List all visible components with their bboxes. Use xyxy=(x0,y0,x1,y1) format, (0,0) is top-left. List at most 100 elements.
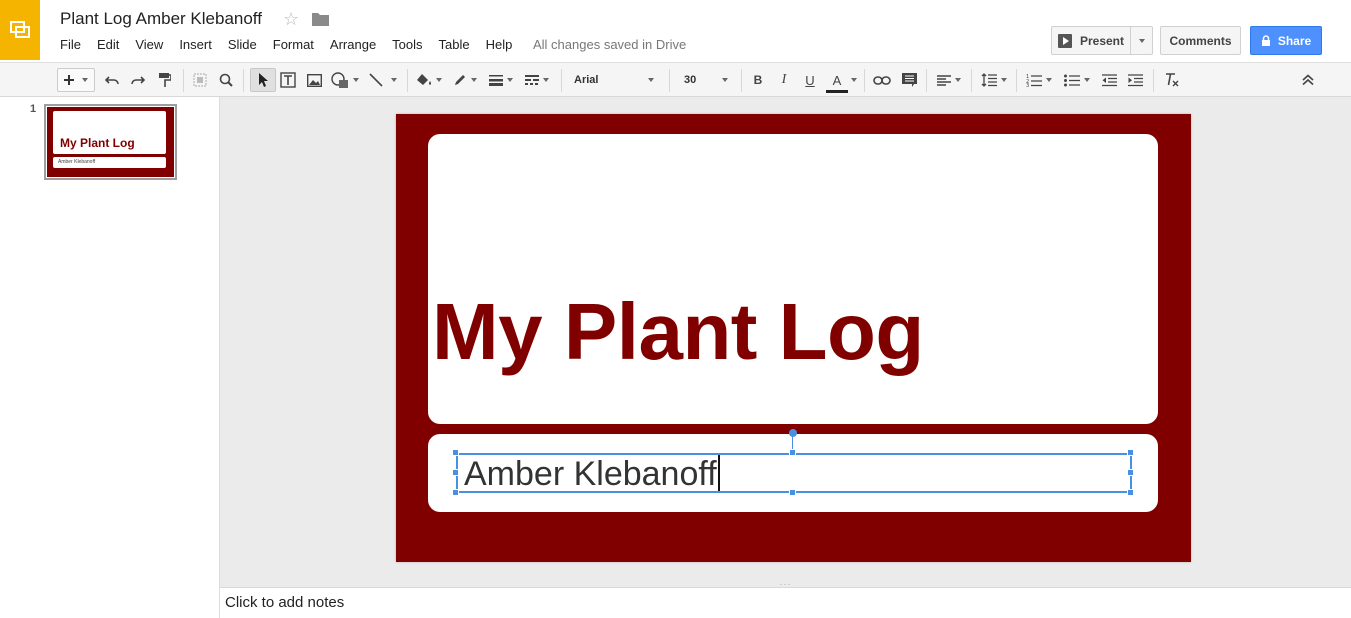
select-frame-button[interactable] xyxy=(190,68,210,92)
shape-button[interactable] xyxy=(329,68,361,92)
collapse-menu-button[interactable] xyxy=(1298,68,1318,92)
save-status[interactable]: All changes saved in Drive xyxy=(533,37,686,52)
slide-filmstrip: 1 My Plant Log Amber Klebanoff xyxy=(0,97,220,618)
bulleted-list-button[interactable] xyxy=(1060,68,1094,92)
resize-handle-top[interactable] xyxy=(789,449,796,456)
notes-resize-handle[interactable]: ··· xyxy=(220,579,1351,589)
undo-button[interactable] xyxy=(102,68,122,92)
select-tool-button[interactable] xyxy=(250,68,276,92)
present-options-dropdown[interactable] xyxy=(1130,27,1152,54)
underline-button[interactable]: U xyxy=(800,68,820,92)
present-button[interactable]: Present xyxy=(1051,26,1153,55)
toolbar-divider xyxy=(971,69,972,92)
paint-format-button[interactable] xyxy=(155,68,175,92)
notes-placeholder[interactable]: Click to add notes xyxy=(225,594,344,611)
line-icon xyxy=(369,73,383,87)
thumbnail-subtitle: Amber Klebanoff xyxy=(58,159,96,165)
text-color-letter: A xyxy=(832,72,842,88)
menu-tools[interactable]: Tools xyxy=(384,37,430,55)
new-slide-button[interactable] xyxy=(57,68,95,92)
font-size-value: 30 xyxy=(684,74,697,86)
increase-indent-icon xyxy=(1127,73,1143,86)
font-family-select[interactable]: Arial xyxy=(568,68,660,92)
resize-handle-right[interactable] xyxy=(1127,469,1134,476)
numbered-list-icon: 123 xyxy=(1026,74,1042,87)
line-button[interactable] xyxy=(367,68,399,92)
zoom-button[interactable] xyxy=(216,68,236,92)
bold-button[interactable]: B xyxy=(748,68,768,92)
resize-handle-left[interactable] xyxy=(452,469,459,476)
share-button[interactable]: Share xyxy=(1250,26,1322,55)
text-box-button[interactable] xyxy=(278,68,298,92)
title-placeholder[interactable] xyxy=(428,134,1158,424)
menu-insert[interactable]: Insert xyxy=(171,37,220,55)
decrease-indent-icon xyxy=(1101,73,1117,86)
resize-handle-top-left[interactable] xyxy=(452,449,459,456)
rotate-handle[interactable] xyxy=(789,429,797,437)
align-left-icon xyxy=(937,74,951,86)
thumbnail-title: My Plant Log xyxy=(60,136,135,150)
comments-button[interactable]: Comments xyxy=(1160,26,1241,55)
folder-icon[interactable] xyxy=(312,12,329,31)
undo-icon xyxy=(105,76,119,85)
border-color-button[interactable] xyxy=(450,68,480,92)
insert-image-button[interactable] xyxy=(304,68,324,92)
resize-handle-top-right[interactable] xyxy=(1127,449,1134,456)
thumbnail-subtitle-box: Amber Klebanoff xyxy=(53,157,166,168)
menu-format[interactable]: Format xyxy=(265,37,322,55)
chevron-down-icon xyxy=(471,78,477,82)
toolbar-divider xyxy=(926,69,927,92)
resize-handle-bottom-right[interactable] xyxy=(1127,489,1134,496)
slides-logo-icon[interactable] xyxy=(0,0,40,60)
toolbar-divider xyxy=(1016,69,1017,92)
slide-subtitle[interactable]: Amber Klebanoff xyxy=(464,455,720,494)
text-color-swatch xyxy=(826,89,848,93)
border-dash-button[interactable] xyxy=(522,68,552,92)
frame-select-icon xyxy=(193,73,207,87)
thumbnail-title-box: My Plant Log xyxy=(53,111,166,154)
line-spacing-button[interactable] xyxy=(977,68,1011,92)
font-size-select[interactable]: 30 xyxy=(676,68,736,92)
insert-link-button[interactable] xyxy=(871,68,893,92)
slide-thumbnail[interactable]: My Plant Log Amber Klebanoff xyxy=(44,104,177,180)
resize-handle-bottom-left[interactable] xyxy=(452,489,459,496)
toolbar-divider xyxy=(1153,69,1154,92)
chevron-down-icon xyxy=(648,78,654,82)
chevron-down-icon xyxy=(851,78,857,82)
align-button[interactable] xyxy=(932,68,966,92)
menu-file[interactable]: File xyxy=(52,37,89,55)
border-weight-button[interactable] xyxy=(486,68,516,92)
menu-table[interactable]: Table xyxy=(431,37,478,55)
numbered-list-button[interactable]: 123 xyxy=(1022,68,1056,92)
menu-view[interactable]: View xyxy=(127,37,171,55)
menu-slide[interactable]: Slide xyxy=(220,37,265,55)
slide-title[interactable]: My Plant Log xyxy=(432,286,924,378)
menu-edit[interactable]: Edit xyxy=(89,37,127,55)
star-icon[interactable]: ☆ xyxy=(283,9,299,30)
slide[interactable]: My Plant Log Amber Klebanoff xyxy=(396,114,1191,562)
italic-button[interactable]: I xyxy=(774,68,794,92)
speaker-notes[interactable]: Click to add notes xyxy=(220,588,1351,618)
slide-canvas: My Plant Log Amber Klebanoff xyxy=(220,97,1351,580)
fill-color-button[interactable] xyxy=(414,68,444,92)
decrease-indent-button[interactable] xyxy=(1098,68,1120,92)
bulleted-list-icon xyxy=(1064,74,1080,86)
share-label: Share xyxy=(1277,33,1312,48)
chevron-down-icon xyxy=(507,78,513,82)
subtitle-text: Amber Klebanoff xyxy=(464,455,717,493)
comment-icon xyxy=(901,73,917,87)
clear-formatting-button[interactable] xyxy=(1160,68,1182,92)
chevron-down-icon xyxy=(82,78,88,82)
insert-comment-button[interactable] xyxy=(898,68,920,92)
shape-icon xyxy=(331,72,348,88)
thumbnail-background: My Plant Log Amber Klebanoff xyxy=(47,107,174,177)
zoom-icon xyxy=(219,73,233,87)
redo-button[interactable] xyxy=(128,68,148,92)
document-title[interactable]: Plant Log Amber Klebanoff xyxy=(60,9,262,29)
menu-help[interactable]: Help xyxy=(478,37,521,55)
text-color-button[interactable]: A xyxy=(823,68,859,93)
menu-arrange[interactable]: Arrange xyxy=(322,37,384,55)
clear-formatting-icon xyxy=(1165,73,1178,87)
resize-handle-bottom[interactable] xyxy=(789,489,796,496)
increase-indent-button[interactable] xyxy=(1124,68,1146,92)
